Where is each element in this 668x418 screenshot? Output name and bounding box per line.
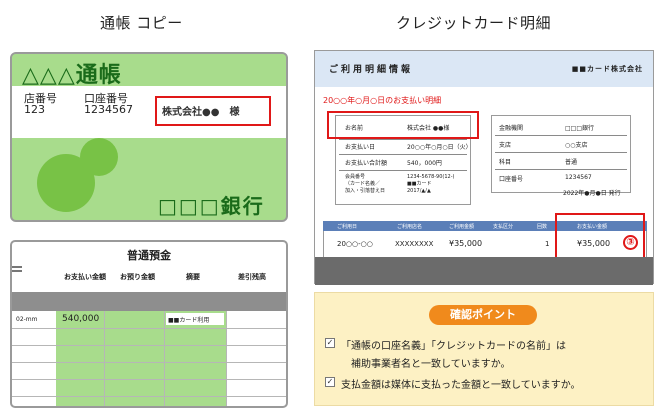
- col-store: ご利用店名: [397, 224, 423, 230]
- issue-date: 2022年●月●日 発行: [563, 190, 621, 197]
- detail-count: 1: [545, 240, 550, 248]
- check-item-2: 支払金額は媒体に支払った金額と一致していますか。: [341, 380, 581, 391]
- statement-section-title: クレジットカード明細: [396, 14, 552, 32]
- member-name-label: お名前: [345, 125, 364, 132]
- decorative-circle-small: [80, 138, 118, 176]
- member-number-value: 1234-5678-90(12-) ■■カード 2017/▲/▲: [407, 174, 455, 194]
- marker-three: ③: [623, 235, 638, 250]
- passbook-section-title: 通帳 コピー: [100, 14, 183, 32]
- card-statement: ご利用明細情報 ■■カード株式会社 20○○年○月○日のお支払い明細 お名前 株…: [314, 50, 654, 285]
- detail-date: 20○○-○○: [337, 240, 373, 248]
- ledger-grey-band: [12, 292, 286, 311]
- account-type-label: 科目: [499, 159, 512, 166]
- ledger-header-payment: お支払い金額: [64, 273, 106, 281]
- ledger-highlight-columns: [56, 311, 226, 406]
- account-no-label: 口座番号: [499, 176, 524, 183]
- passbook-logo: △△△通帳: [22, 63, 122, 88]
- member-name-value: 株式会社 ●●様: [407, 125, 450, 132]
- holder-name: 株式会社●● 様: [162, 107, 240, 118]
- col-use-date: ご利用日: [337, 224, 358, 230]
- ledger-tab-mark: [12, 266, 22, 268]
- ledger-row-memo: ■■カード利用: [168, 317, 210, 324]
- statement-grey-band: [315, 257, 653, 285]
- info-divider: [495, 135, 627, 136]
- payment-total-label: お支払い合計額: [345, 160, 388, 167]
- info-divider: [339, 170, 467, 171]
- col-division: 支払区分: [493, 224, 514, 230]
- ledger-col-line: [226, 311, 227, 406]
- branch-label: 支店: [499, 142, 512, 149]
- payment-total-value: 540，000円: [407, 160, 442, 167]
- check-points-title: 確認ポイント: [429, 305, 537, 325]
- store-number-value: 123: [24, 103, 45, 116]
- passbook-cover: △△△通帳 店番号 123 口座番号 1234567 株式会社●● 様 □□□銀…: [10, 52, 288, 222]
- info-divider: [495, 152, 627, 153]
- account-number-value: 1234567: [84, 103, 133, 116]
- ledger-row-line: [12, 362, 286, 363]
- ledger-row-amount: 540,000: [62, 314, 100, 324]
- bank-label: 金融機関: [499, 125, 524, 132]
- check-points-box: 確認ポイント ✓ 「通帳の口座名義」「クレジットカードの名前」は 補助事業者名と…: [314, 292, 654, 406]
- account-no-value: 1234567: [565, 174, 592, 181]
- info-divider: [339, 139, 467, 140]
- ledger-header-memo: 摘要: [186, 273, 200, 281]
- info-divider: [495, 169, 627, 170]
- ledger-header-deposit: お預り金額: [120, 273, 155, 281]
- ledger-header-balance: 差引残高: [238, 273, 266, 281]
- bank-name: □□□銀行: [158, 194, 265, 218]
- ledger-title: 普通預金: [127, 249, 171, 262]
- ledger-row-line: [12, 379, 286, 380]
- checkbox-icon: ✓: [325, 377, 335, 387]
- check-item-1-line1: 「通帳の口座名義」「クレジットカードの名前」は: [341, 341, 566, 352]
- ledger-row-line: [12, 328, 286, 329]
- ledger-col-line: [164, 311, 165, 406]
- detail-store: XXXXXXXX: [395, 240, 434, 248]
- info-divider: [339, 154, 467, 155]
- ledger-row-date: 02-mm: [16, 316, 38, 323]
- statement-company: ■■カード株式会社: [571, 65, 643, 73]
- payment-date-label: お支払い日: [345, 144, 376, 151]
- statement-notice: 20○○年○月○日のお支払い明細: [323, 96, 442, 105]
- checkbox-icon: ✓: [325, 338, 335, 348]
- ledger-row-line: [12, 345, 286, 346]
- ledger-row-line: [12, 396, 286, 397]
- ledger-col-line: [104, 311, 105, 406]
- payment-date-value: 20○○年○月○日（火）: [407, 144, 472, 151]
- detail-amount: ¥35,000: [449, 239, 483, 248]
- passbook-ledger: 普通預金 お支払い金額 お預り金額 摘要 差引残高 02-mm 540,000 …: [10, 240, 288, 408]
- ledger-tab-mark: [12, 270, 22, 272]
- statement-header-title: ご利用明細情報: [329, 65, 414, 75]
- col-count: 回数: [537, 224, 548, 230]
- account-type-value: 普通: [565, 159, 578, 166]
- check-item-1-line2: 補助事業者名と一致していますか。: [351, 359, 511, 370]
- detail-payment: ¥35,000: [577, 239, 611, 248]
- member-number-label: 会員番号 （カード名義／ 加入・引落替え日: [345, 174, 386, 194]
- col-use-amount: ご利用金額: [449, 224, 475, 230]
- branch-value: ○○支店: [565, 142, 588, 149]
- bank-value: □□□銀行: [565, 125, 595, 132]
